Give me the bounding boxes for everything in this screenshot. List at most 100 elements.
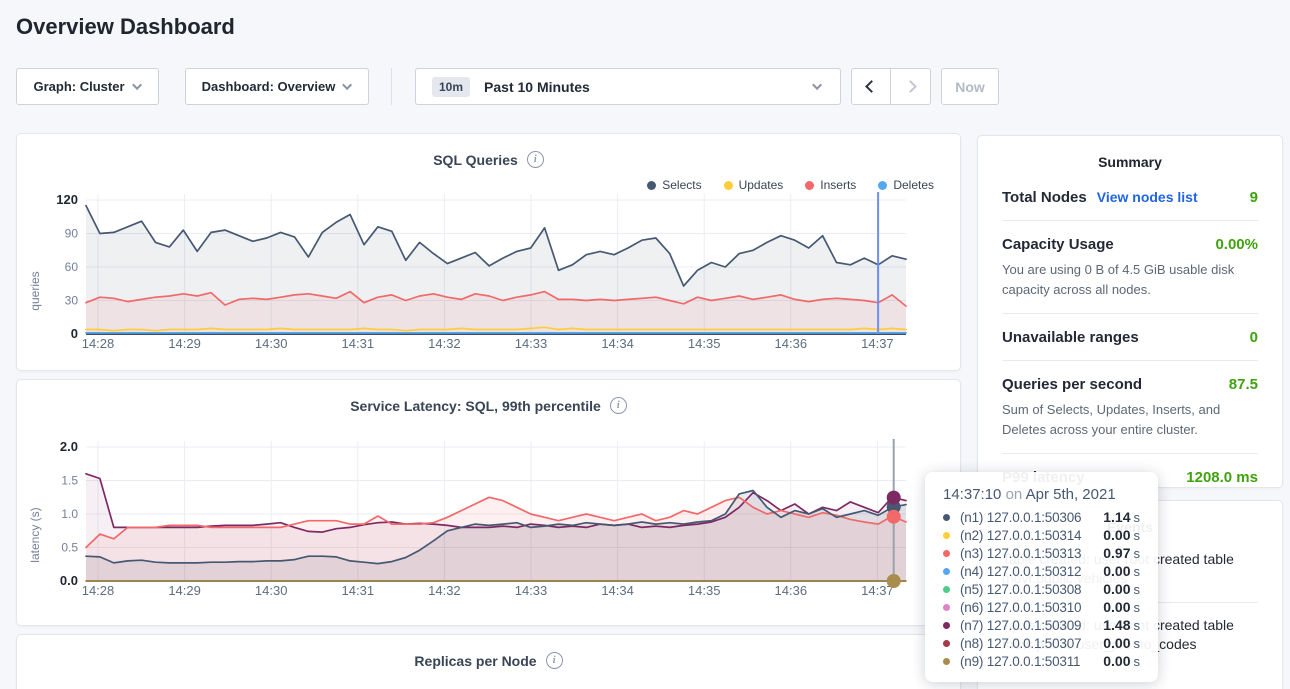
svg-text:14:37: 14:37 bbox=[861, 336, 894, 351]
tooltip-time: 14:37:10 bbox=[943, 486, 1001, 503]
summary-panel: Summary Total Nodes View nodes list 9 Capac… bbox=[977, 135, 1283, 488]
tooltip-node-value: 1.14s bbox=[1103, 509, 1140, 525]
time-range-dropdown[interactable]: 10m Past 10 Minutes bbox=[415, 68, 841, 105]
summary-item-value: 1208.0 ms bbox=[1186, 469, 1258, 486]
tooltip-node-value: 0.00s bbox=[1103, 653, 1140, 669]
tooltip-date: Apr 5th, 2021 bbox=[1026, 486, 1116, 503]
legend-dot bbox=[724, 181, 733, 190]
graph-dropdown-label: Graph: Cluster bbox=[33, 79, 124, 94]
svg-text:14:29: 14:29 bbox=[168, 336, 201, 351]
svg-text:14:32: 14:32 bbox=[428, 583, 461, 598]
chart-title: Service Latency: SQL, 99th percentile bbox=[350, 398, 601, 414]
dashboard-dropdown[interactable]: Dashboard: Overview bbox=[185, 68, 369, 105]
svg-text:14:28: 14:28 bbox=[82, 336, 115, 351]
legend-dot bbox=[878, 181, 887, 190]
summary-item-value: 9 bbox=[1250, 189, 1258, 206]
tooltip-node-label: (n3) 127.0.0.1:50313 bbox=[960, 546, 1103, 561]
svg-text:14:29: 14:29 bbox=[168, 583, 201, 598]
summary-item-label: Queries per second bbox=[1002, 376, 1142, 393]
summary-item: Queries per second87.5Sum of Selects, Up… bbox=[1002, 361, 1258, 454]
svg-text:14:33: 14:33 bbox=[515, 583, 548, 598]
series-color-dot bbox=[943, 640, 950, 647]
svg-text:0: 0 bbox=[71, 326, 78, 341]
svg-text:14:36: 14:36 bbox=[775, 583, 808, 598]
tooltip-row: (n7) 127.0.0.1:503091.48s bbox=[943, 616, 1140, 634]
svg-text:0.5: 0.5 bbox=[61, 541, 78, 555]
series-color-dot bbox=[943, 514, 950, 521]
chevron-left-icon bbox=[865, 80, 878, 93]
tooltip-row: (n9) 127.0.0.1:503110.00s bbox=[943, 652, 1140, 670]
chart-title-row: Service Latency: SQL, 99th percentile i bbox=[17, 397, 960, 414]
time-pager bbox=[851, 68, 931, 105]
svg-text:90: 90 bbox=[65, 227, 79, 241]
svg-text:14:33: 14:33 bbox=[515, 336, 548, 351]
page-title: Overview Dashboard bbox=[16, 14, 235, 40]
chevron-down-icon bbox=[812, 80, 822, 90]
tooltip-row: (n4) 127.0.0.1:503120.00s bbox=[943, 562, 1140, 580]
tooltip-row: (n1) 127.0.0.1:503061.14s bbox=[943, 508, 1140, 526]
tooltip-node-value: 1.48s bbox=[1103, 617, 1140, 633]
svg-text:14:28: 14:28 bbox=[82, 583, 115, 598]
chart-title: SQL Queries bbox=[433, 152, 518, 168]
sql-queries-chart[interactable]: 14:2814:2914:3014:3114:3214:3314:3414:35… bbox=[17, 190, 962, 365]
svg-text:120: 120 bbox=[56, 192, 78, 207]
summary-item-caption: Sum of Selects, Updates, Inserts, and De… bbox=[1002, 400, 1258, 439]
summary-item-label: Total Nodes bbox=[1002, 189, 1087, 206]
summary-item-caption: You are using 0 B of 4.5 GiB usable disk… bbox=[1002, 260, 1258, 299]
svg-text:60: 60 bbox=[65, 260, 79, 274]
series-color-dot bbox=[943, 532, 950, 539]
summary-item-label: Unavailable ranges bbox=[1002, 329, 1139, 346]
info-icon[interactable]: i bbox=[527, 151, 544, 168]
svg-text:14:31: 14:31 bbox=[342, 583, 375, 598]
info-icon[interactable]: i bbox=[610, 397, 627, 414]
tooltip-node-label: (n5) 127.0.0.1:50308 bbox=[960, 582, 1103, 597]
series-color-dot bbox=[943, 658, 950, 665]
tooltip-node-label: (n4) 127.0.0.1:50312 bbox=[960, 564, 1103, 579]
summary-item-value: 0.00% bbox=[1215, 236, 1258, 253]
svg-text:14:30: 14:30 bbox=[255, 583, 288, 598]
svg-text:14:32: 14:32 bbox=[428, 336, 461, 351]
tooltip-timestamp: 14:37:10 on Apr 5th, 2021 bbox=[943, 486, 1140, 503]
chevron-down-icon bbox=[342, 80, 352, 90]
chart-title-row: SQL Queries i bbox=[17, 151, 960, 168]
summary-item-label: Capacity Usage bbox=[1002, 236, 1114, 253]
chevron-right-icon bbox=[904, 80, 917, 93]
svg-text:14:34: 14:34 bbox=[601, 583, 634, 598]
service-latency-chart[interactable]: 14:28 14:29 14:30 14:31 14:32 14:33 14:34 14:35… bbox=[17, 440, 962, 610]
svg-text:14:36: 14:36 bbox=[775, 336, 808, 351]
chart-hover-tooltip: 14:37:10 on Apr 5th, 2021 (n1) 127.0.0.1… bbox=[925, 472, 1158, 682]
tooltip-node-label: (n7) 127.0.0.1:50309 bbox=[960, 618, 1103, 633]
summary-item-value: 0 bbox=[1250, 329, 1258, 346]
prev-range-button[interactable] bbox=[851, 68, 891, 105]
tooltip-row: (n5) 127.0.0.1:503080.00s bbox=[943, 580, 1140, 598]
summary-item: Total Nodes View nodes list 9 bbox=[1002, 174, 1258, 221]
tooltip-node-label: (n8) 127.0.0.1:50307 bbox=[960, 636, 1103, 651]
svg-text:1.5: 1.5 bbox=[61, 474, 78, 488]
info-icon[interactable]: i bbox=[546, 652, 563, 669]
graph-dropdown[interactable]: Graph: Cluster bbox=[16, 68, 159, 105]
tooltip-node-label: (n6) 127.0.0.1:50310 bbox=[960, 600, 1103, 615]
chevron-down-icon bbox=[132, 80, 142, 90]
now-button[interactable]: Now bbox=[941, 68, 999, 105]
svg-text:14:30: 14:30 bbox=[255, 336, 288, 351]
tooltip-node-value: 0.97s bbox=[1103, 545, 1140, 561]
tooltip-rows: (n1) 127.0.0.1:503061.14s (n2) 127.0.0.1:… bbox=[943, 508, 1140, 670]
replicas-per-node-panel: Replicas per Node i bbox=[16, 634, 961, 689]
svg-text:14:31: 14:31 bbox=[342, 336, 375, 351]
tooltip-node-label: (n2) 127.0.0.1:50314 bbox=[960, 528, 1103, 543]
tooltip-row: (n8) 127.0.0.1:503070.00s bbox=[943, 634, 1140, 652]
legend-dot bbox=[805, 181, 814, 190]
dashboard-dropdown-label: Dashboard: Overview bbox=[202, 79, 336, 94]
series-color-dot bbox=[943, 550, 950, 557]
svg-text:14:35: 14:35 bbox=[688, 583, 721, 598]
series-color-dot bbox=[943, 622, 950, 629]
tooltip-node-label: (n9) 127.0.0.1:50311 bbox=[960, 654, 1103, 669]
view-nodes-link[interactable]: View nodes list bbox=[1097, 189, 1198, 205]
summary-title: Summary bbox=[978, 154, 1282, 170]
summary-body: Total Nodes View nodes list 9 Capacity Usag… bbox=[978, 174, 1282, 500]
series-color-dot bbox=[943, 568, 950, 575]
legend-dot bbox=[647, 181, 656, 190]
tooltip-node-value: 0.00s bbox=[1103, 563, 1140, 579]
next-range-button[interactable] bbox=[891, 68, 931, 105]
svg-text:2.0: 2.0 bbox=[60, 439, 78, 454]
